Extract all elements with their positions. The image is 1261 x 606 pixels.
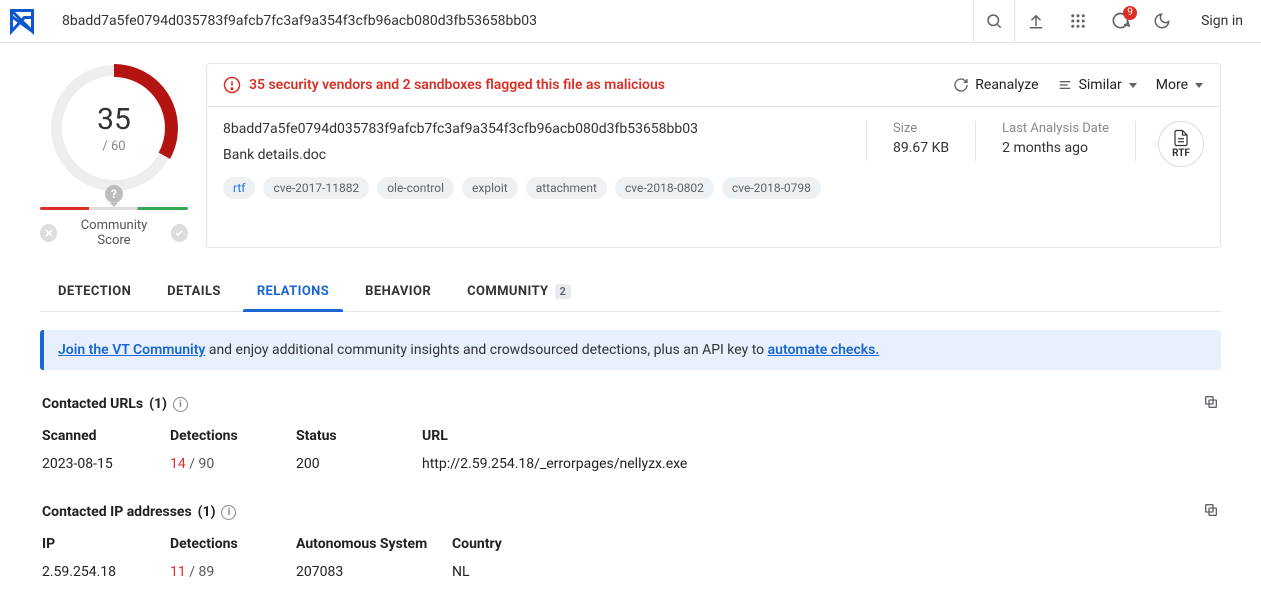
filetype-badge: RTF: [1158, 121, 1204, 167]
tab-community-count: 2: [555, 284, 572, 299]
col-scanned: Scanned: [42, 428, 170, 444]
banner-text: and enjoy additional community insights …: [205, 342, 767, 358]
contacted-urls-section: Contacted URLs (1) i Scanned Detections …: [40, 394, 1221, 478]
size-label: Size: [893, 121, 949, 136]
col-as: Autonomous System: [296, 536, 452, 552]
file-icon: [1172, 129, 1190, 147]
notifications-icon[interactable]: 9: [1099, 0, 1141, 43]
col-status: Status: [296, 428, 422, 444]
detection-score-donut: 35 / 60: [49, 63, 179, 193]
col-detections: Detections: [170, 428, 296, 444]
brand-logo[interactable]: [0, 0, 44, 43]
tag[interactable]: cve-2018-0798: [722, 177, 821, 199]
score-total: / 60: [102, 139, 125, 154]
col-url: URL: [422, 428, 1219, 444]
chevron-down-icon: [1194, 80, 1204, 90]
tag[interactable]: cve-2017-11882: [263, 177, 369, 199]
malicious-flag-text: 35 security vendors and 2 sandboxes flag…: [249, 77, 665, 93]
section-count: (1): [198, 504, 216, 520]
last-analysis-value: 2 months ago: [1002, 140, 1109, 156]
join-community-banner: Join the VT Community and enjoy addition…: [40, 330, 1221, 370]
similar-label: Similar: [1079, 77, 1122, 93]
table-header-row: Scanned Detections Status URL: [40, 422, 1221, 450]
info-icon[interactable]: i: [221, 505, 236, 520]
tags-row: rtf cve-2017-11882 ole-control exploit attac…: [223, 177, 846, 199]
header-actions: 9 Sign in: [973, 0, 1261, 43]
tabs-row: DETECTION DETAILS RELATIONS BEHAVIOR COM…: [40, 274, 1221, 312]
info-icon[interactable]: i: [173, 397, 188, 412]
tag[interactable]: rtf: [223, 177, 255, 199]
size-value: 89.67 KB: [893, 140, 949, 156]
community-score-label: Community Score: [65, 218, 163, 248]
col-detections: Detections: [170, 536, 296, 552]
tab-community-label: COMMUNITY: [467, 284, 548, 299]
refresh-icon: [953, 77, 969, 93]
table-header-row: IP Detections Autonomous System Country: [40, 530, 1221, 558]
section-count: (1): [149, 396, 167, 412]
summary-card: 35 security vendors and 2 sandboxes flag…: [206, 63, 1221, 248]
cell-scanned: 2023-08-15: [42, 456, 170, 472]
signin-link[interactable]: Sign in: [1183, 13, 1261, 29]
cell-url: http://2.59.254.18/_errorpages/nellyzx.e…: [422, 456, 1219, 472]
cell-as: 207083: [296, 564, 452, 580]
check-icon: [171, 224, 188, 242]
app-header: 8badd7a5fe0794d035783f9afcb7fc3af9a354f3…: [0, 0, 1261, 43]
similar-button[interactable]: Similar: [1057, 77, 1138, 93]
community-score-marker: ?: [105, 185, 123, 203]
tab-relations[interactable]: RELATIONS: [253, 274, 333, 311]
cell-detections: 11 / 89: [170, 564, 296, 580]
grid-apps-icon[interactable]: [1057, 0, 1099, 43]
cell-country: NL: [452, 564, 1219, 580]
reanalyze-label: Reanalyze: [975, 77, 1038, 93]
alert-icon: [223, 76, 241, 94]
search-input-value[interactable]: 8badd7a5fe0794d035783f9afcb7fc3af9a354f3…: [62, 13, 537, 29]
last-analysis-label: Last Analysis Date: [1002, 121, 1109, 136]
notification-badge: 9: [1123, 6, 1137, 20]
file-name: Bank details.doc: [223, 147, 846, 163]
join-community-link[interactable]: Join the VT Community: [58, 342, 205, 358]
table-row[interactable]: 2023-08-15 14 / 90 200 http://2.59.254.1…: [40, 450, 1221, 478]
filetype-label: RTF: [1172, 148, 1190, 159]
file-hash[interactable]: 8badd7a5fe0794d035783f9afcb7fc3af9a354f3…: [223, 121, 846, 137]
upload-icon[interactable]: [1015, 0, 1057, 43]
more-button[interactable]: More: [1156, 77, 1204, 93]
community-score-bar: ?: [40, 207, 188, 210]
tab-detection[interactable]: DETECTION: [54, 274, 135, 311]
copy-icon[interactable]: [1203, 502, 1219, 522]
tab-community[interactable]: COMMUNITY 2: [463, 274, 575, 311]
col-country: Country: [452, 536, 1219, 552]
automate-checks-link[interactable]: automate checks.: [768, 342, 880, 358]
tab-details[interactable]: DETAILS: [163, 274, 225, 311]
score-value: 35: [97, 102, 131, 137]
tab-behavior[interactable]: BEHAVIOR: [361, 274, 435, 311]
chevron-down-icon: [1128, 80, 1138, 90]
tag[interactable]: attachment: [526, 177, 607, 199]
section-title-text: Contacted IP addresses: [42, 504, 192, 520]
search-area: 8badd7a5fe0794d035783f9afcb7fc3af9a354f3…: [44, 13, 973, 29]
search-icon[interactable]: [973, 0, 1015, 43]
x-icon: [40, 224, 57, 242]
tag[interactable]: cve-2018-0802: [615, 177, 714, 199]
cell-detections: 14 / 90: [170, 456, 296, 472]
page-content: 35 / 60 ? Community Score 35 security ve…: [0, 43, 1261, 606]
table-row[interactable]: 2.59.254.18 11 / 89 207083 NL: [40, 558, 1221, 586]
more-label: More: [1156, 77, 1188, 93]
cell-status: 200: [296, 456, 422, 472]
reanalyze-button[interactable]: Reanalyze: [953, 77, 1038, 93]
score-panel: 35 / 60 ? Community Score: [40, 63, 188, 248]
similar-icon: [1057, 77, 1073, 93]
theme-icon[interactable]: [1141, 0, 1183, 43]
tag[interactable]: exploit: [462, 177, 518, 199]
section-title-text: Contacted URLs: [42, 396, 143, 412]
contacted-ips-section: Contacted IP addresses (1) i IP Detectio…: [40, 502, 1221, 586]
col-ip: IP: [42, 536, 170, 552]
tag[interactable]: ole-control: [377, 177, 454, 199]
cell-ip: 2.59.254.18: [42, 564, 170, 580]
copy-icon[interactable]: [1203, 394, 1219, 414]
